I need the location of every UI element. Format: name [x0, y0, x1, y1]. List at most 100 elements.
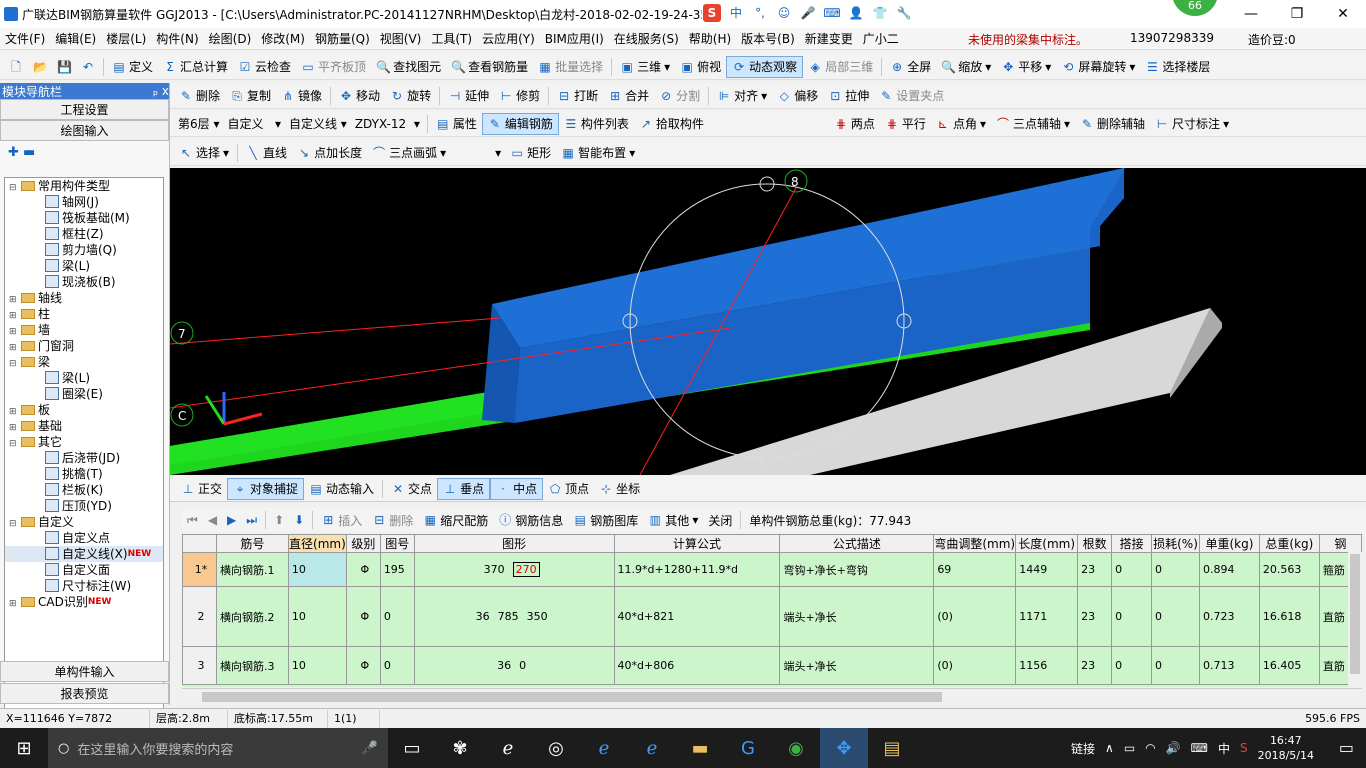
column-header[interactable]: 单重(kg)	[1198, 534, 1260, 553]
table-vscroll[interactable]	[1348, 552, 1362, 687]
table-cell-bend[interactable]: (0)	[933, 586, 1017, 647]
score-badge[interactable]: 66	[1172, 0, 1218, 16]
table-cell-idx[interactable]: 2	[182, 586, 217, 647]
table-cell-lap[interactable]: 0	[1111, 552, 1153, 587]
tree-item[interactable]: 后浇带(JD)	[5, 450, 163, 466]
three-point-arc-button[interactable]: ⌒ 三点画弧 ▾	[367, 142, 451, 164]
ime-toolbar[interactable]: S 中 °, ☺ 🎤 ⌨ 👤 👕 🔧	[703, 4, 913, 22]
other-button[interactable]: ▥ 其他 ▾	[643, 509, 703, 531]
new-file-button[interactable]: 🗋	[4, 56, 28, 78]
table-cell-name[interactable]: 横向钢筋.1	[215, 552, 289, 587]
table-cell-len[interactable]: 1171	[1015, 586, 1079, 647]
column-header[interactable]: 直径(mm)	[287, 534, 347, 553]
voice-icon[interactable]: 🎤	[799, 4, 817, 22]
tree-item[interactable]: 圈梁(E)	[5, 386, 163, 402]
menu-view[interactable]: 视图(V)	[375, 30, 427, 47]
menu-edit[interactable]: 编辑(E)	[50, 30, 101, 47]
view-rebar-button[interactable]: 🔍 查看钢筋量	[446, 56, 533, 78]
table-hscroll[interactable]	[182, 688, 1362, 704]
table-cell-desc[interactable]: 弯钩+净长+弯钩	[779, 552, 935, 587]
two-point-axis-button[interactable]: ⋕ 两点	[829, 113, 880, 135]
tree-item[interactable]: ⊟ 梁	[5, 354, 163, 370]
move-up-icon[interactable]: ⬆	[269, 509, 289, 531]
table-row[interactable]: 1* 横向钢筋.1 10 Φ 195 370 270 11.9*d+1280+11.9*d 弯钩…	[182, 552, 1362, 587]
tree-item[interactable]: 剪力墙(Q)	[5, 242, 163, 258]
taskbar-search[interactable]: ○ 在这里输入你要搜索的内容 🎤	[48, 728, 388, 768]
table-cell-formula[interactable]: 40*d+821	[613, 586, 781, 647]
rotate-button[interactable]: ↻ 旋转	[385, 85, 436, 107]
tray-ime[interactable]: 中	[1218, 740, 1230, 757]
table-cell-name[interactable]: 横向钢筋.2	[215, 586, 289, 647]
menu-modify[interactable]: 修改(M)	[256, 30, 310, 47]
tray-up-icon[interactable]: ∧	[1105, 741, 1114, 755]
tools-icon[interactable]: 🔧	[895, 4, 913, 22]
move-down-icon[interactable]: ⬇	[289, 509, 309, 531]
emoji-icon[interactable]: ☺	[775, 4, 793, 22]
project-settings-button[interactable]: 工程设置	[0, 99, 169, 120]
ime-punct-icon[interactable]: °,	[751, 4, 769, 22]
category-select[interactable]: 自定义 ▾	[223, 114, 284, 134]
menu-help[interactable]: 帮助(H)	[684, 30, 736, 47]
scale-rebar-button[interactable]: ▦ 缩尺配筋	[418, 509, 493, 531]
table-cell-loss[interactable]: 0	[1151, 586, 1200, 647]
tree-item[interactable]: ⊟ 其它	[5, 434, 163, 450]
close-icon[interactable]: ✕	[1320, 0, 1366, 28]
tree-item[interactable]: 自定义线(X)NEW	[5, 546, 163, 562]
prev-record-icon[interactable]: ◀	[203, 509, 222, 531]
dynamic-input-button[interactable]: ▤ 动态输入	[304, 478, 379, 500]
table-cell-count[interactable]: 23	[1077, 646, 1113, 685]
define-button[interactable]: ▤ 定义	[107, 56, 158, 78]
point-angle-button[interactable]: ⊾ 点角 ▾	[931, 113, 991, 135]
parallel-axis-button[interactable]: ⋕ 平行	[880, 113, 931, 135]
tray-sogou-icon[interactable]: S	[1240, 741, 1248, 755]
tree-item[interactable]: 尺寸标注(W)	[5, 578, 163, 594]
column-header[interactable]	[182, 534, 217, 553]
tree-item[interactable]: ⊞ 轴线	[5, 290, 163, 306]
edit-rebar-button[interactable]: ✎ 编辑钢筋	[481, 112, 559, 135]
column-header[interactable]: 搭接	[1111, 534, 1153, 553]
table-cell-total[interactable]: 20.563	[1258, 552, 1320, 587]
table-cell-len[interactable]: 1449	[1015, 552, 1079, 587]
cloud-check-button[interactable]: ☑ 云检查	[233, 56, 296, 78]
tree-item[interactable]: 梁(L)	[5, 370, 163, 386]
tray-link[interactable]: 链接	[1071, 740, 1095, 757]
set-grip-button[interactable]: ✎ 设置夹点	[874, 85, 949, 107]
fullscreen-button[interactable]: ⊕ 全屏	[885, 56, 936, 78]
column-header[interactable]: 长度(mm)	[1015, 534, 1079, 553]
tray-volume-icon[interactable]: 🔊	[1166, 741, 1181, 755]
menu-cloud[interactable]: 云应用(Y)	[477, 30, 540, 47]
ortho-button[interactable]: ⊥ 正交	[176, 478, 227, 500]
tree-item[interactable]: 自定义点	[5, 530, 163, 546]
trim-button[interactable]: ⊢ 修剪	[494, 85, 545, 107]
top-view-button[interactable]: ▣ 俯视	[675, 56, 726, 78]
task-view-icon[interactable]: ▭	[388, 728, 436, 768]
dynamic-view-button[interactable]: ⟳ 动态观察	[726, 55, 804, 78]
table-row[interactable]: 3 横向钢筋.3 10 Φ 0 36 0 40*d+806 端头+净长 (0) 1156 23 0 0 0.…	[182, 646, 1362, 685]
pin-close-icon[interactable]: ₚ x	[153, 84, 169, 98]
mirror-button[interactable]: ⋔ 镜像	[276, 85, 327, 107]
intersection-snap-button[interactable]: ✕ 交点	[386, 478, 437, 500]
table-cell-dia[interactable]: 10	[287, 586, 347, 647]
table-cell-bend[interactable]: (0)	[933, 646, 1017, 685]
table-cell-loss[interactable]: 0	[1151, 552, 1200, 587]
menu-online[interactable]: 在线服务(S)	[609, 30, 684, 47]
account-phone[interactable]: 13907298339	[1130, 31, 1214, 45]
break-button[interactable]: ⊟ 打断	[552, 85, 603, 107]
notification-icon[interactable]: ▭	[1339, 738, 1354, 757]
coordinate-snap-button[interactable]: ⊹ 坐标	[594, 478, 645, 500]
tree-item[interactable]: ⊞ 墙	[5, 322, 163, 338]
fan-app-icon[interactable]: ✾	[436, 728, 484, 768]
browser-360-icon[interactable]: ◉	[772, 728, 820, 768]
tree-item[interactable]: ⊞ 板	[5, 402, 163, 418]
align-slab-top-button[interactable]: ▭ 平齐板顶	[296, 56, 371, 78]
keyboard-icon[interactable]: ⌨	[823, 4, 841, 22]
select-floor-button[interactable]: ☰ 选择楼层	[1140, 56, 1215, 78]
last-record-icon[interactable]: ⏭	[241, 509, 262, 531]
find-element-button[interactable]: 🔍 查找图元	[371, 56, 446, 78]
table-cell-formula[interactable]: 11.9*d+1280+11.9*d	[613, 552, 781, 587]
table-row[interactable]: 2 横向钢筋.2 10 Φ 0 36 785 350 40*d+821 端头+净长 (0) 1171 2…	[182, 586, 1362, 647]
tree-item[interactable]: ⊞ 门窗洞	[5, 338, 163, 354]
point-length-button[interactable]: ↘ 点加长度	[292, 142, 367, 164]
ime-lang[interactable]: 中	[727, 4, 745, 22]
offset-button[interactable]: ◇ 偏移	[772, 85, 823, 107]
